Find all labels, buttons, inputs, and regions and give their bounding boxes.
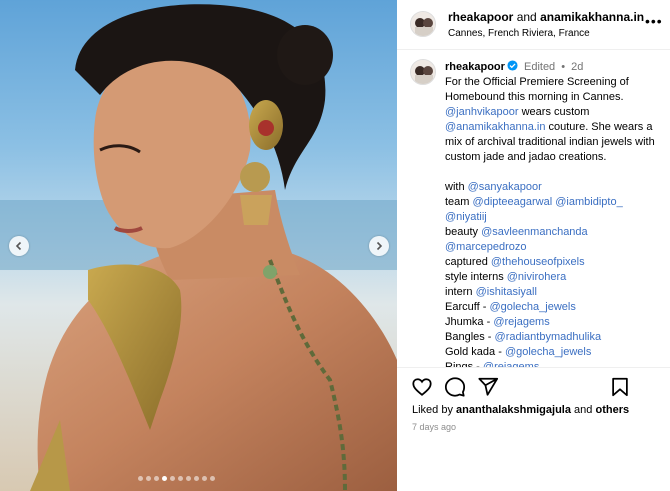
credit-line: with @sanyakapoor (445, 180, 667, 195)
mention-link[interactable]: @ishitasiyall (476, 286, 537, 298)
credit-line: beauty @savleenmanchanda @marcepedrozo (445, 225, 667, 255)
likes-summary: Liked by ananthalakshmigajula and others (412, 404, 629, 416)
liked-by-user[interactable]: ananthalakshmigajula (456, 404, 571, 416)
chevron-left-icon (15, 241, 22, 251)
post-actions: Liked by ananthalakshmigajula and others… (397, 367, 670, 491)
more-options-button[interactable]: ••• (645, 13, 663, 29)
credit-line: captured @thehouseofpixels (445, 255, 667, 270)
mention-link[interactable]: @dipteeagarwal (473, 196, 553, 208)
credit-label: intern (445, 286, 473, 298)
credit-line: intern @ishitasiyall (445, 285, 667, 300)
caption-section: rheakapoor Edited • 2d For the Official … (397, 51, 670, 367)
credit-label: style interns (445, 271, 504, 283)
credit-line: Earcuff - @golecha_jewels (445, 300, 667, 315)
verified-icon (507, 60, 518, 71)
mention-link[interactable]: @nivirohera (507, 271, 566, 283)
credit-line: style interns @nivirohera (445, 270, 667, 285)
likes-prefix: Liked by (412, 404, 453, 416)
chevron-right-icon (376, 241, 383, 251)
mention-link[interactable]: @golecha_jewels (489, 301, 575, 313)
mention-link[interactable]: @savleenmanchanda (481, 226, 588, 238)
carousel-dot (154, 476, 159, 481)
mention-link[interactable]: @janhvikapoor (445, 106, 519, 118)
post-timestamp[interactable]: 7 days ago (412, 422, 456, 432)
credit-label: Earcuff - (445, 301, 487, 313)
carousel-dot (194, 476, 199, 481)
mention-link[interactable]: @niyatiij (445, 211, 487, 223)
mention-link[interactable]: @anamikakhanna.in (445, 121, 545, 133)
carousel-indicator (138, 476, 215, 481)
post-photo (0, 4, 397, 491)
credit-label: Bangles - (445, 331, 492, 343)
coauthor-username[interactable]: anamikakhanna.in (540, 10, 644, 24)
mention-link[interactable]: @golecha_jewels (505, 346, 591, 358)
comment-icon[interactable] (444, 376, 466, 398)
caption-intro-line: For the Official Premiere Screening of H… (445, 76, 629, 103)
credit-line: Jhumka - @rejagems (445, 315, 667, 330)
mention-link[interactable]: @thehouseofpixels (491, 256, 585, 268)
caption-author-avatar[interactable] (410, 59, 436, 85)
mention-link[interactable]: @rejagems (493, 316, 549, 328)
mention-link[interactable]: @iambidipto_ (555, 196, 622, 208)
credits-list: with @sanyakapoor team @dipteeagarwal @ia… (445, 180, 667, 367)
authors-joiner: and (516, 10, 537, 24)
carousel-dot (138, 476, 143, 481)
previous-photo-button[interactable] (9, 236, 29, 256)
carousel-dot (210, 476, 215, 481)
credit-label: captured (445, 256, 488, 268)
post-header: rheakapoor and anamikakhanna.in Cannes, … (397, 0, 670, 50)
post-details-pane: rheakapoor and anamikakhanna.in Cannes, … (397, 0, 670, 491)
carousel-dot (186, 476, 191, 481)
credit-label: beauty (445, 226, 479, 238)
credit-line: Bangles - @radiantbymadhulika (445, 330, 667, 345)
post-media[interactable] (0, 0, 397, 491)
credit-label: with (445, 181, 465, 193)
mention-link[interactable]: @radiantbymadhulika (495, 331, 602, 343)
credit-label: team (445, 196, 470, 208)
post-age: 2d (571, 61, 584, 73)
credit-label: Gold kada - (445, 346, 502, 358)
heart-icon[interactable] (411, 376, 433, 398)
caption-header: rheakapoor Edited • 2d (445, 60, 583, 73)
likes-others-link[interactable]: others (595, 404, 629, 416)
credit-line: team @dipteeagarwal @iambidipto_ @niyati… (445, 195, 667, 225)
mention-link[interactable]: @marcepedrozo (445, 241, 526, 253)
author-username[interactable]: rheakapoor (448, 10, 513, 24)
more-icon: ••• (645, 13, 663, 29)
mention-link[interactable]: @sanyakapoor (468, 181, 542, 193)
author-avatar[interactable] (410, 11, 436, 37)
carousel-dot (170, 476, 175, 481)
edited-label: Edited (523, 61, 556, 73)
carousel-dot (178, 476, 183, 481)
post-authors: rheakapoor and anamikakhanna.in (448, 10, 644, 24)
credit-line: Gold kada - @golecha_jewels (445, 345, 667, 360)
credit-label: Jhumka - (445, 316, 491, 328)
carousel-dot (162, 476, 167, 481)
share-icon[interactable] (477, 376, 499, 398)
post-location[interactable]: Cannes, French Riviera, France (448, 28, 590, 39)
carousel-dot (202, 476, 207, 481)
caption-text: For the Official Premiere Screening of H… (445, 75, 667, 367)
caption-intro: For the Official Premiere Screening of H… (445, 75, 667, 165)
credit-line: Rings - @rejagems (445, 360, 667, 367)
next-photo-button[interactable] (369, 236, 389, 256)
caption-username[interactable]: rheakapoor (445, 61, 505, 73)
meta-separator: • (561, 61, 566, 73)
likes-and: and (574, 404, 593, 416)
bookmark-icon[interactable] (609, 376, 631, 398)
caption-intro-text: wears custom (518, 106, 590, 118)
carousel-dot (146, 476, 151, 481)
